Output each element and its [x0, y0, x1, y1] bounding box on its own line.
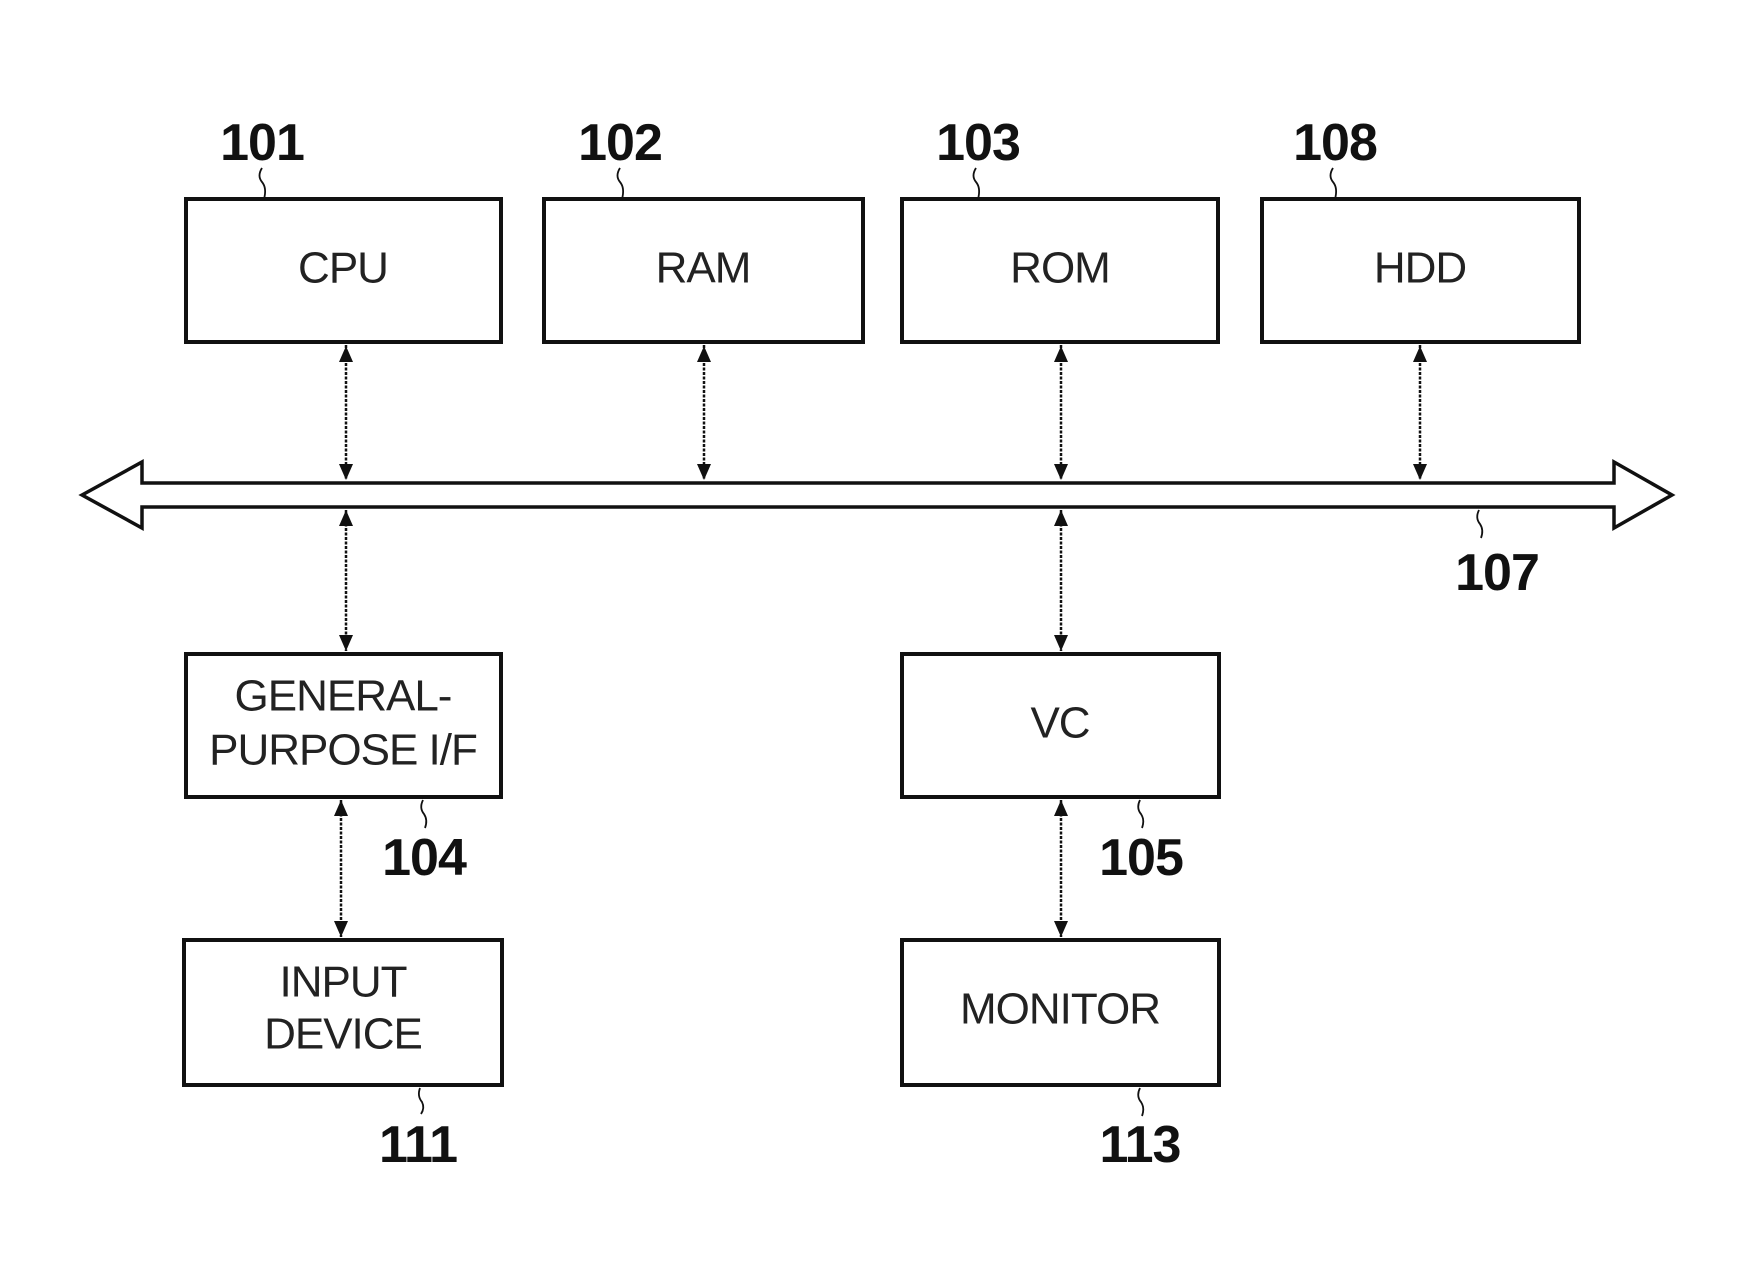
arrowhead-icon — [1054, 921, 1068, 937]
input-device-label-line2: DEVICE — [264, 1010, 422, 1059]
cpu-label: CPU — [298, 244, 388, 293]
block-diagram: CPU RAM ROM HDD GENERAL- PURPOSE I/F VC … — [78, 114, 1676, 1174]
connectors — [334, 345, 1427, 937]
arrowhead-icon — [1413, 346, 1427, 362]
arrowhead-icon — [1054, 464, 1068, 480]
arrowhead-icon — [1413, 464, 1427, 480]
arrowhead-icon — [339, 510, 353, 526]
arrowhead-icon — [1054, 635, 1068, 651]
leader-101 — [258, 167, 267, 200]
ref-108: 108 — [1293, 114, 1377, 172]
gpif-label-line2: PURPOSE I/F — [209, 726, 477, 775]
leader-105 — [1137, 799, 1145, 829]
input-device-label-line1: INPUT — [280, 958, 407, 1007]
arrowhead-icon — [334, 800, 348, 816]
ref-103: 103 — [936, 114, 1020, 172]
ref-111: 111 — [379, 1116, 457, 1174]
leader-113 — [1137, 1087, 1145, 1117]
ref-104: 104 — [382, 829, 467, 887]
rom-label: ROM — [1010, 244, 1110, 293]
arrowhead-icon — [697, 346, 711, 362]
arrowhead-icon — [1054, 346, 1068, 362]
leader-103 — [972, 167, 981, 200]
ref-105: 105 — [1099, 829, 1183, 887]
ref-102: 102 — [578, 114, 662, 172]
arrowhead-icon — [339, 635, 353, 651]
ref-101: 101 — [220, 114, 304, 172]
leader-107 — [1476, 509, 1484, 539]
arrowhead-icon — [339, 464, 353, 480]
monitor-label: MONITOR — [960, 985, 1160, 1034]
leader-104 — [420, 799, 428, 829]
hdd-label: HDD — [1374, 244, 1466, 293]
ram-label: RAM — [656, 244, 751, 293]
arrowhead-icon — [339, 346, 353, 362]
system-bus-arrow — [78, 458, 1676, 532]
gpif-label-line1: GENERAL- — [235, 672, 452, 721]
ref-107: 107 — [1455, 544, 1539, 602]
vc-label: VC — [1030, 699, 1089, 748]
leader-111 — [417, 1087, 425, 1115]
leader-108 — [1329, 167, 1338, 200]
arrowhead-icon — [1054, 510, 1068, 526]
arrowhead-icon — [334, 921, 348, 937]
arrowhead-icon — [697, 464, 711, 480]
leader-102 — [616, 167, 625, 200]
ref-113: 113 — [1100, 1116, 1181, 1174]
arrowhead-icon — [1054, 800, 1068, 816]
